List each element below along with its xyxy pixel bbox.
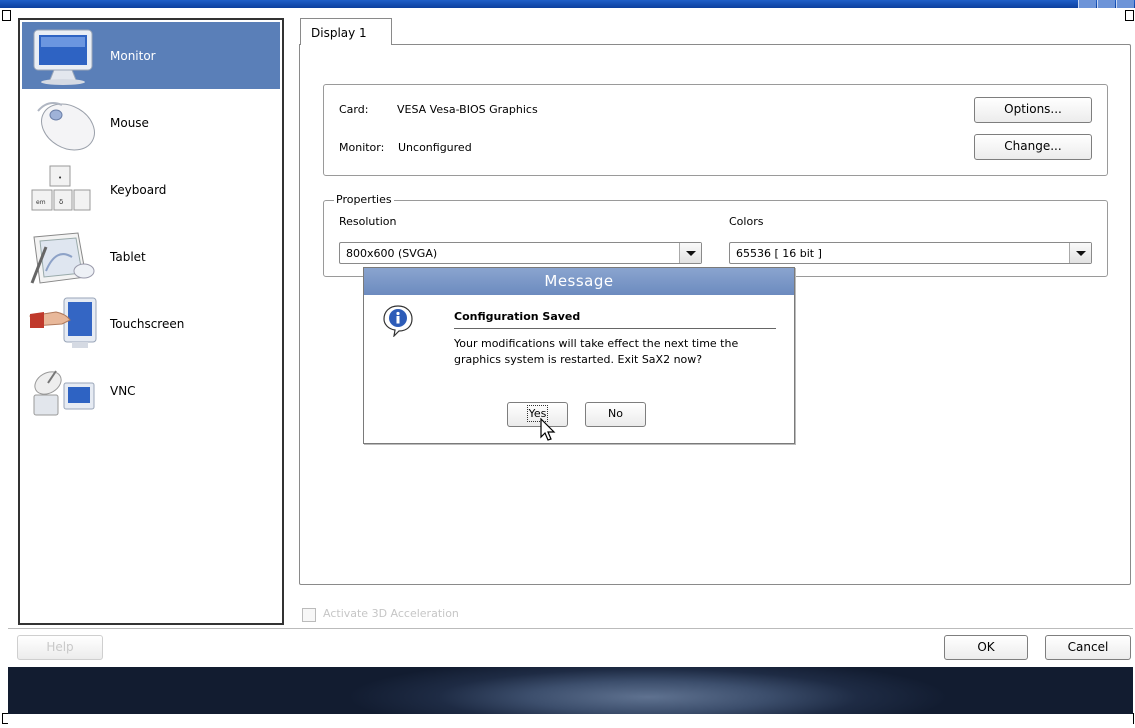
- card-group: Card: VESA Vesa-BIOS Graphics Monitor: U…: [323, 84, 1108, 176]
- chevron-down-icon[interactable]: [679, 243, 701, 263]
- mouse-cursor-icon: [539, 417, 557, 442]
- sidebar-item-label: VNC: [110, 383, 136, 398]
- message-dialog: Message Configuration Saved Your modific…: [363, 267, 795, 444]
- cancel-button[interactable]: Cancel: [1045, 635, 1131, 660]
- monitor-icon: [26, 26, 102, 86]
- change-button[interactable]: Change...: [974, 134, 1092, 160]
- keyboard-icon: • em δ: [26, 160, 102, 220]
- options-button[interactable]: Options...: [974, 97, 1092, 123]
- yes-button[interactable]: Yes: [507, 402, 568, 427]
- resolution-select-value: 800x600 (SVGA): [346, 247, 438, 260]
- svg-text:δ: δ: [59, 198, 63, 206]
- ok-button[interactable]: OK: [944, 635, 1028, 660]
- mouse-icon: [26, 93, 102, 153]
- no-button[interactable]: No: [585, 402, 646, 427]
- no-button-label: No: [608, 407, 623, 420]
- divider: [8, 628, 1133, 629]
- colors-label: Colors: [729, 215, 764, 228]
- chevron-down-icon[interactable]: [1069, 243, 1091, 263]
- dialog-message: Your modifications will take effect the …: [454, 337, 739, 366]
- colors-select[interactable]: 65536 [ 16 bit ]: [729, 242, 1092, 264]
- accel-3d-checkbox[interactable]: [302, 608, 316, 622]
- sidebar-item-tablet[interactable]: Tablet: [22, 223, 280, 290]
- close-button[interactable]: [1116, 0, 1134, 8]
- accel-3d-label: Activate 3D Acceleration: [323, 607, 459, 620]
- colors-select-value: 65536 [ 16 bit ]: [736, 247, 822, 260]
- minimize-button[interactable]: [1078, 0, 1096, 8]
- dialog-divider: [454, 328, 776, 329]
- properties-group: Properties Resolution Colors 800x600 (SV…: [323, 193, 1108, 277]
- options-button-label: Options...: [1004, 102, 1062, 116]
- touchscreen-icon: [26, 294, 102, 354]
- sidebar-item-keyboard[interactable]: • em δ Keyboard: [22, 156, 280, 223]
- desktop-background: [8, 667, 1133, 714]
- sidebar-item-monitor[interactable]: Monitor: [22, 22, 280, 89]
- change-button-label: Change...: [1004, 139, 1062, 153]
- ok-button-label: OK: [977, 640, 995, 654]
- resolution-label: Resolution: [339, 215, 397, 228]
- sidebar-item-label: Tablet: [110, 249, 146, 264]
- dialog-title: Message: [364, 268, 794, 295]
- sidebar-item-vnc[interactable]: VNC: [22, 357, 280, 424]
- card-label: Card:: [339, 103, 369, 116]
- sidebar-item-label: Monitor: [110, 48, 156, 63]
- tablet-icon: [26, 227, 102, 287]
- sidebar-item-label: Mouse: [110, 115, 149, 130]
- card-value: VESA Vesa-BIOS Graphics: [397, 103, 538, 116]
- info-icon: [381, 303, 415, 338]
- sidebar-item-label: Touchscreen: [110, 316, 185, 331]
- svg-text:em: em: [36, 199, 46, 206]
- desktop-strip: [8, 714, 1133, 728]
- help-button[interactable]: Help: [17, 635, 103, 660]
- help-button-label: Help: [46, 640, 74, 654]
- monitor-value: Unconfigured: [398, 141, 472, 154]
- svg-text:•: •: [58, 174, 62, 182]
- sidebar-item-label: Keyboard: [110, 182, 167, 197]
- tab-label: Display 1: [311, 26, 367, 40]
- vnc-icon: [26, 361, 102, 421]
- category-list[interactable]: Monitor Mouse • em δ Keyboard Tablet Tou…: [18, 18, 284, 625]
- frame-corner-glyph: [2, 10, 11, 21]
- sidebar-item-touchscreen[interactable]: Touchscreen: [22, 290, 280, 357]
- tab-display-1[interactable]: Display 1: [300, 18, 392, 45]
- resolution-select[interactable]: 800x600 (SVGA): [339, 242, 702, 264]
- properties-title: Properties: [334, 193, 394, 206]
- sidebar-item-mouse[interactable]: Mouse: [22, 89, 280, 156]
- maximize-button[interactable]: [1097, 0, 1115, 8]
- dialog-heading: Configuration Saved: [454, 310, 581, 323]
- monitor-label: Monitor:: [339, 141, 385, 154]
- frame-corner-glyph: [1125, 10, 1134, 21]
- cancel-button-label: Cancel: [1067, 640, 1109, 654]
- window-title-bar: [0, 0, 1135, 8]
